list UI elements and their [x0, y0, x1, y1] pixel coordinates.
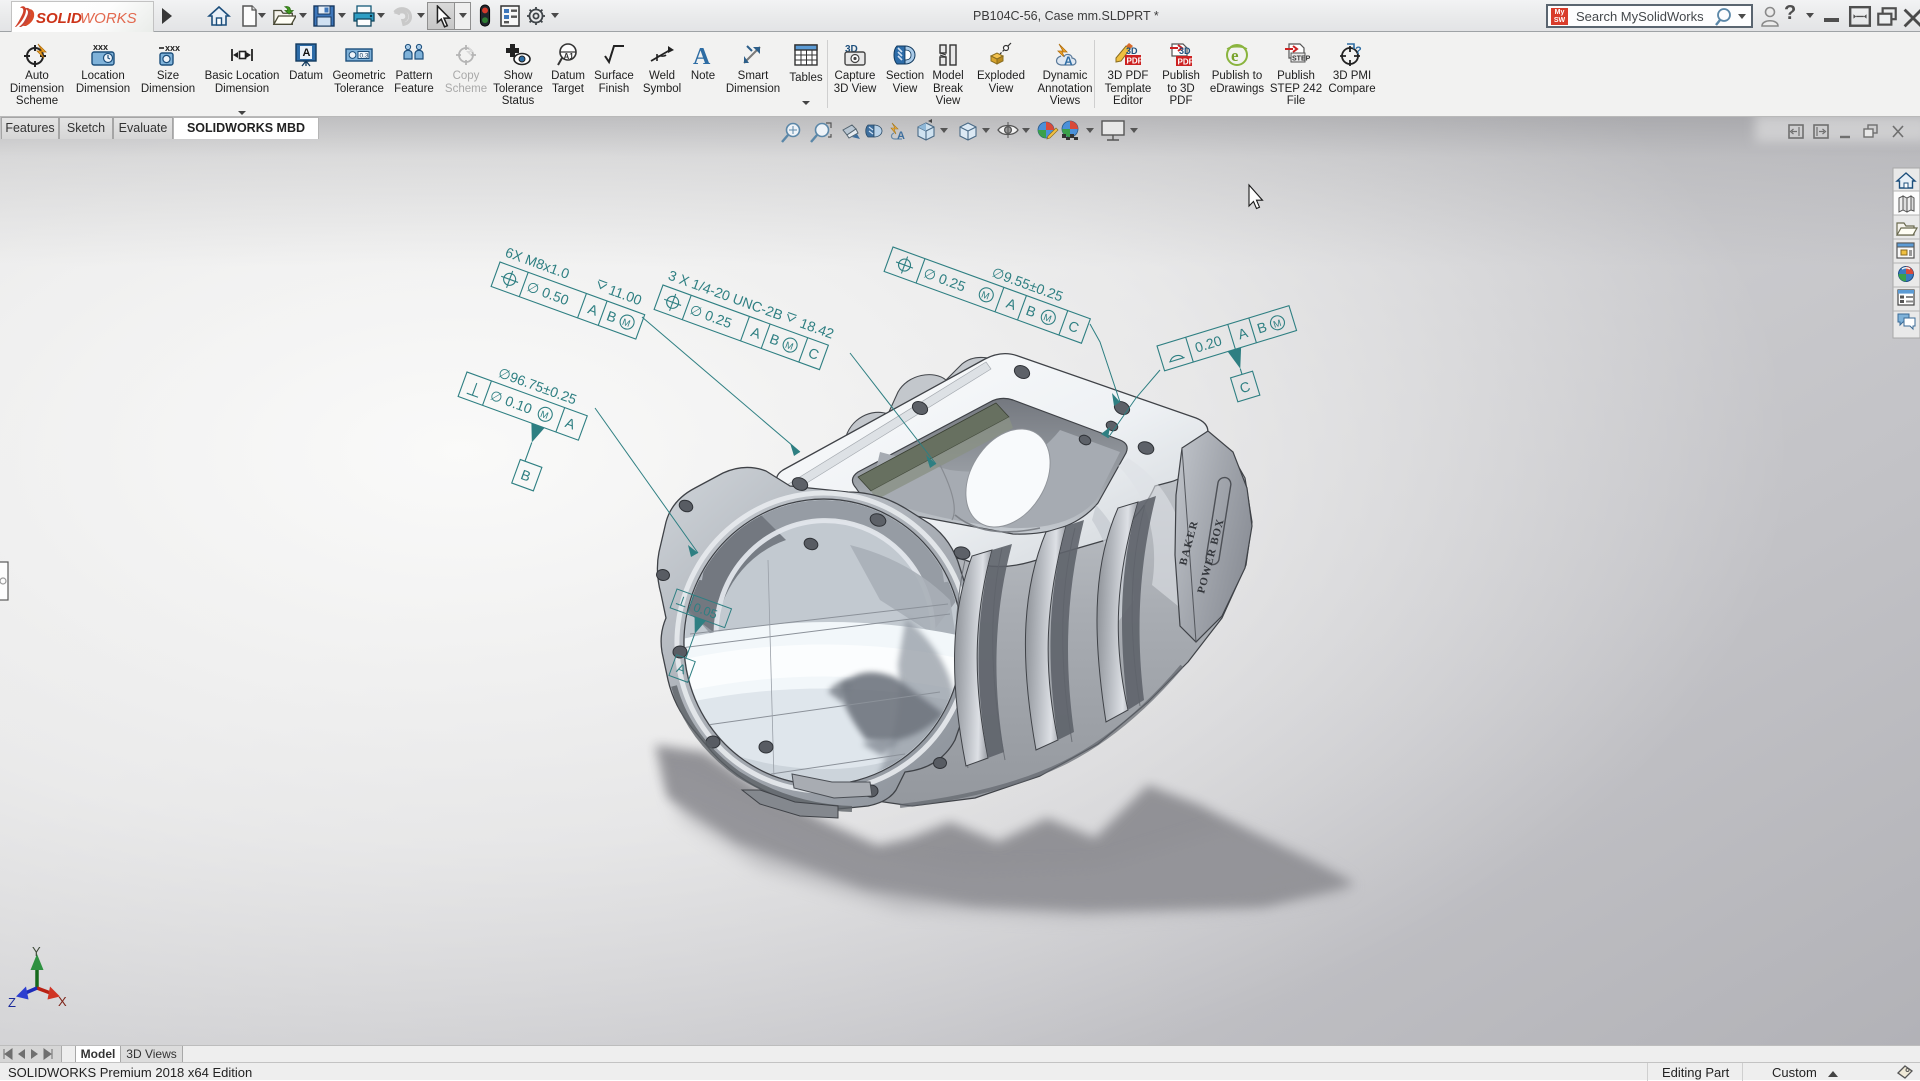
svg-text:3D: 3D [1179, 46, 1191, 56]
svg-text:Y: Y [32, 944, 41, 959]
svg-text:A: A [749, 324, 764, 342]
svg-text:A: A [693, 44, 711, 68]
svg-text:A: A [1004, 295, 1019, 313]
svg-text:X: X [58, 994, 67, 1009]
svg-text:B: B [1024, 302, 1038, 320]
svg-text:?: ? [1355, 45, 1362, 57]
svg-text:A1: A1 [564, 52, 575, 61]
svg-text:B: B [768, 330, 782, 348]
svg-text:WORKS: WORKS [80, 10, 137, 27]
svg-text:A: A [1064, 54, 1073, 68]
svg-text:PDF: PDF [1178, 58, 1194, 67]
svg-text:11.00: 11.00 [607, 282, 645, 309]
svg-text:0.20: 0.20 [1193, 332, 1224, 355]
svg-text:A: A [586, 301, 601, 319]
svg-text:M: M [1272, 318, 1283, 331]
svg-text:B: B [1255, 319, 1269, 337]
svg-text:A: A [1236, 324, 1250, 342]
svg-text:STEP: STEP [1292, 56, 1310, 63]
svg-text:∅ 0.50: ∅ 0.50 [525, 278, 571, 308]
svg-text:Z: Z [8, 995, 16, 1010]
svg-text:18.42: 18.42 [798, 315, 837, 342]
svg-text:∅ 0.25: ∅ 0.25 [688, 301, 734, 331]
svg-text:C: C [1066, 317, 1081, 335]
svg-text:∅9.55±0.25: ∅9.55±0.25 [990, 264, 1066, 305]
svg-text:B: B [605, 307, 619, 325]
svg-text:∅ 0.25: ∅ 0.25 [922, 265, 968, 295]
svg-text:e: e [1231, 46, 1239, 65]
svg-text:xxx: xxx [165, 43, 180, 53]
svg-text:0.3: 0.3 [360, 53, 369, 60]
svg-text:B: B [519, 466, 533, 484]
svg-text:3D: 3D [1126, 46, 1138, 56]
svg-text:C: C [806, 344, 821, 362]
svg-text:PDF: PDF [1127, 57, 1143, 66]
svg-text:∅ 0.10: ∅ 0.10 [488, 387, 534, 417]
svg-text:A: A [563, 414, 578, 432]
svg-text:xxx: xxx [93, 42, 108, 52]
svg-text:SOLID: SOLID [36, 10, 82, 27]
svg-text:A: A [303, 47, 311, 59]
svg-text:C: C [1238, 378, 1252, 396]
